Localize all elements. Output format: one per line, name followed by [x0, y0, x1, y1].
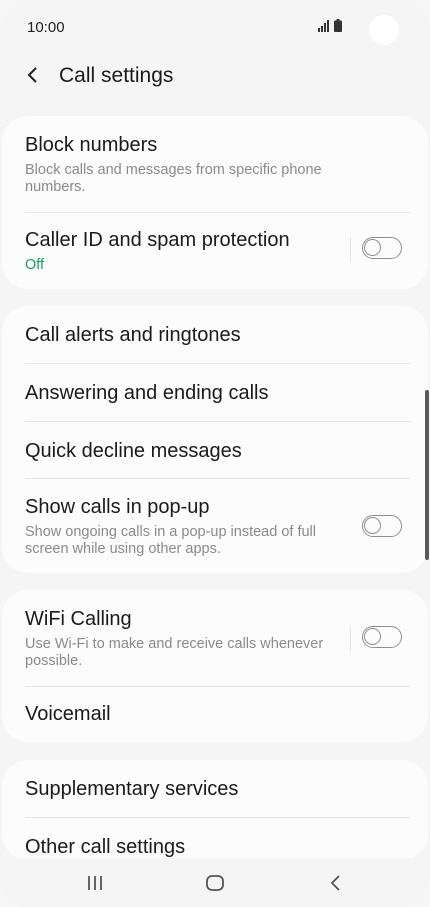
status-time: 10:00 — [27, 19, 65, 36]
item-title: Caller ID and spam protection — [25, 229, 290, 251]
list-item-other-settings[interactable]: Other call settings — [2, 818, 428, 860]
item-title: Answering and ending calls — [25, 382, 269, 404]
chevron-left-icon[interactable] — [22, 64, 44, 86]
toggle-knob — [364, 628, 381, 645]
phone-screen: 10:00 Call settings Block numbers Block … — [0, 0, 430, 907]
battery-icon — [334, 19, 342, 32]
app-header: Call settings — [0, 52, 430, 102]
item-subtitle: Block calls and messages from specific p… — [25, 162, 322, 195]
toggle-knob — [364, 239, 381, 256]
list-item-show-popup[interactable]: Show calls in pop-up Show ongoing calls … — [2, 479, 428, 573]
home-icon[interactable] — [204, 872, 226, 894]
item-title: Block numbers — [25, 134, 158, 156]
status-bar: 10:00 — [0, 0, 430, 52]
item-title: Show calls in pop-up — [25, 496, 210, 518]
item-title: Quick decline messages — [25, 440, 242, 462]
item-title: WiFi Calling — [25, 608, 132, 630]
item-title: Supplementary services — [25, 778, 239, 800]
list-item-supplementary[interactable]: Supplementary services — [2, 760, 428, 817]
item-title: Voicemail — [25, 703, 111, 725]
card-more-settings: Supplementary services Other call settin… — [2, 760, 428, 860]
list-item-call-alerts[interactable]: Call alerts and ringtones — [2, 306, 428, 363]
separator — [350, 626, 351, 650]
camera-cutout — [369, 15, 399, 45]
show-popup-toggle[interactable] — [362, 515, 402, 537]
item-subtitle: Show ongoing calls in a pop-up instead o… — [25, 524, 316, 557]
wifi-calling-toggle[interactable] — [362, 626, 402, 648]
page-title: Call settings — [59, 64, 174, 87]
toggle-knob — [364, 517, 381, 534]
list-item-quick-decline[interactable]: Quick decline messages — [2, 422, 428, 478]
list-item-wifi-calling[interactable]: WiFi Calling Use Wi-Fi to make and recei… — [2, 590, 428, 686]
navigation-bar — [0, 858, 430, 907]
card-call-options: Call alerts and ringtones Answering and … — [2, 306, 428, 573]
list-item-answering-ending[interactable]: Answering and ending calls — [2, 364, 428, 421]
card-blocking: Block numbers Block calls and messages f… — [2, 116, 428, 289]
caller-id-toggle[interactable] — [362, 237, 402, 259]
list-item-caller-id[interactable]: Caller ID and spam protection Off — [2, 213, 428, 289]
card-wifi-voicemail: WiFi Calling Use Wi-Fi to make and recei… — [2, 590, 428, 742]
recent-apps-icon[interactable] — [84, 872, 106, 894]
item-subtitle: Use Wi-Fi to make and receive calls when… — [25, 636, 324, 669]
item-title: Other call settings — [25, 836, 186, 858]
list-item-voicemail[interactable]: Voicemail — [2, 687, 428, 742]
item-status: Off — [25, 257, 45, 273]
scrollbar[interactable] — [425, 390, 429, 560]
signal-icon — [318, 20, 329, 32]
back-icon[interactable] — [325, 872, 347, 894]
list-item-block-numbers[interactable]: Block numbers Block calls and messages f… — [2, 116, 428, 212]
separator — [350, 237, 351, 261]
item-title: Call alerts and ringtones — [25, 324, 241, 346]
